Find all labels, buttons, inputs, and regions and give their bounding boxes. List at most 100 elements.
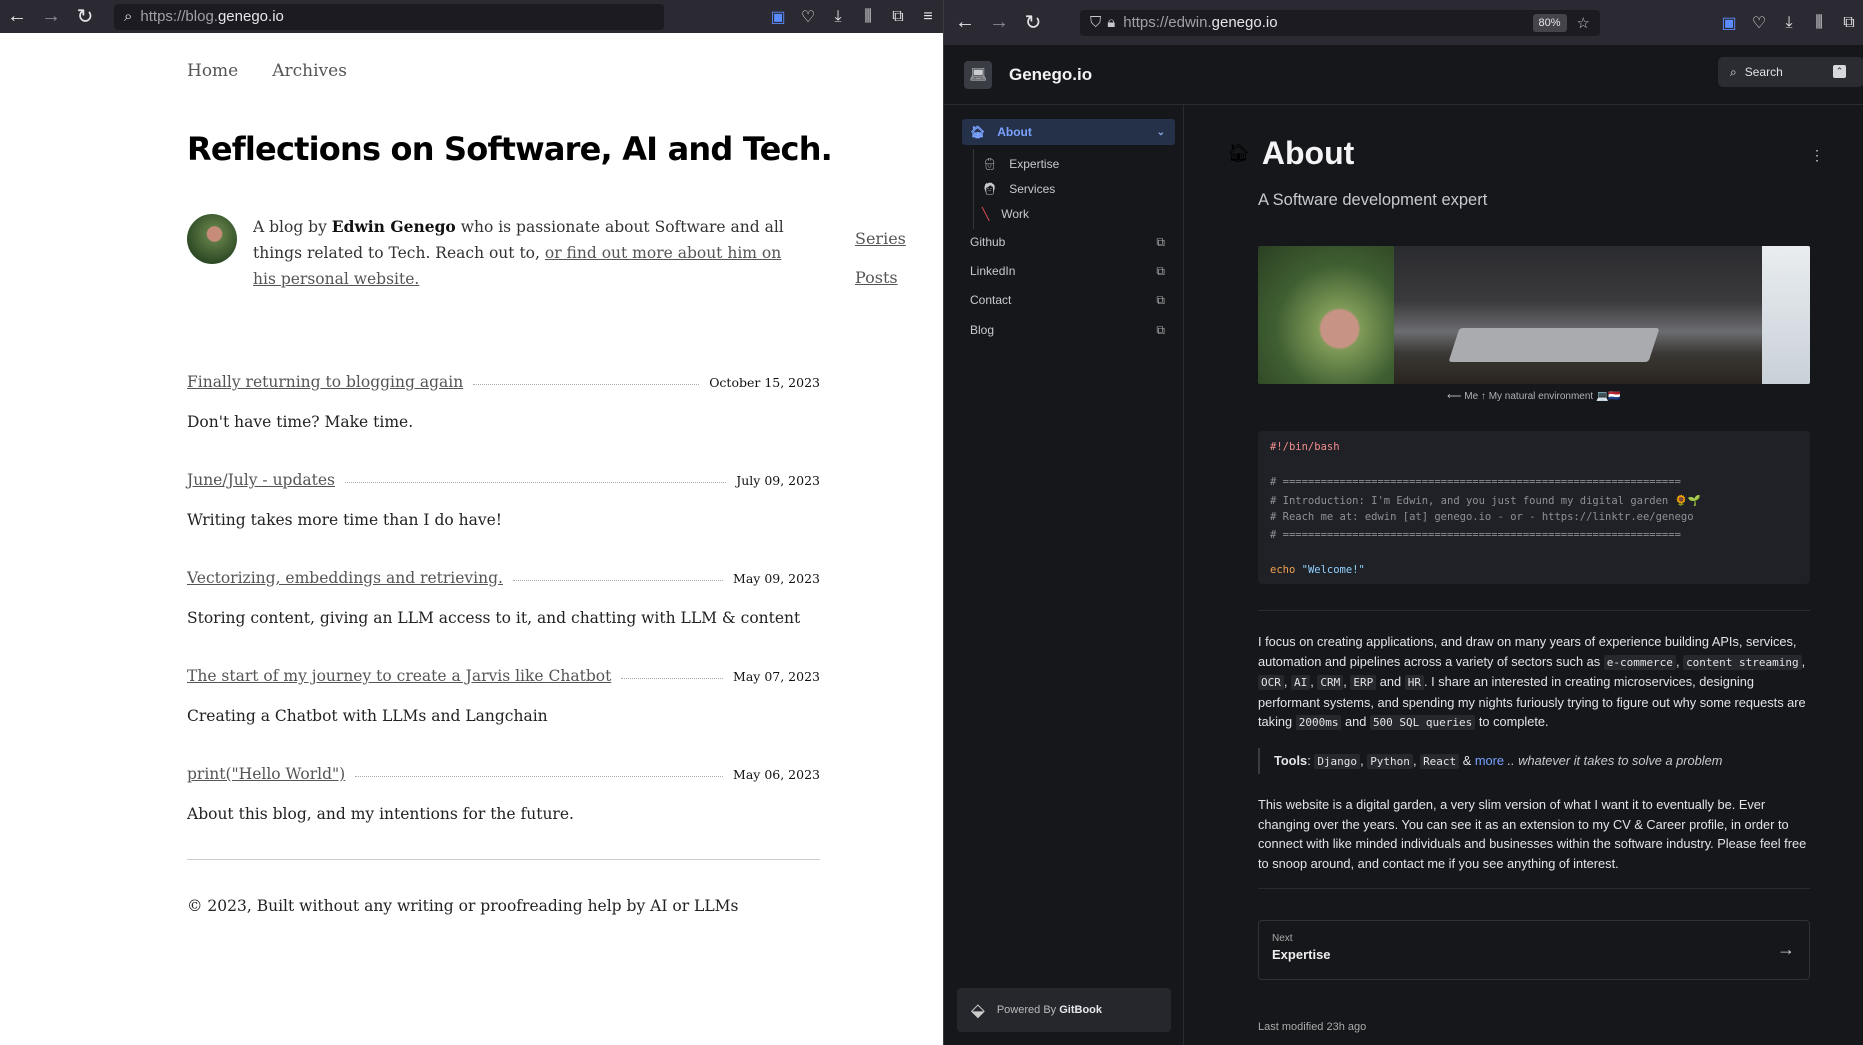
inline-code: 2000ms: [1295, 715, 1342, 730]
sidebar-item-services[interactable]: 🧑︎ Services: [974, 176, 1174, 202]
post-list: Finally returning to blogging again Octob…: [187, 373, 820, 863]
code-line: # Introduction: I'm Edwin, and you just …: [1270, 494, 1701, 507]
back-icon[interactable]: ←: [0, 2, 34, 32]
more-options-icon[interactable]: ⋮: [1810, 147, 1824, 164]
zoom-level[interactable]: 80%: [1532, 13, 1567, 32]
reload-icon[interactable]: ↻: [68, 2, 102, 32]
divider: [1258, 888, 1810, 889]
blog-page: Home Archives Reflections on Software, A…: [0, 33, 943, 1045]
site-header: 💻︎ Genego.io ⌕ Search ⌃: [944, 45, 1863, 105]
footer-text: © 2023, Built without any writing or pro…: [187, 897, 739, 915]
shield-icon: ⛉: [1090, 14, 1102, 31]
nav-home[interactable]: Home: [187, 61, 238, 81]
sidebar-item-contact[interactable]: Contact ⧉: [970, 287, 1165, 313]
pin-icon: ╲: [982, 207, 990, 221]
reload-icon[interactable]: ↻: [1016, 8, 1050, 38]
post-date: October 15, 2023: [709, 375, 820, 390]
library-icon[interactable]: ⫼: [1804, 8, 1834, 38]
post-summary: About this blog, and my intentions for t…: [187, 805, 574, 823]
inline-code: 500 SQL queries: [1369, 715, 1476, 730]
code-line: # ======================================…: [1270, 528, 1681, 541]
sidebar-item-label: Services: [1009, 182, 1056, 196]
download-icon[interactable]: ⤓: [1774, 8, 1804, 38]
sidebar-item-expertise[interactable]: 👷︎ Expertise: [974, 151, 1174, 177]
list-item: Vectorizing, embeddings and retrieving. M…: [187, 569, 820, 667]
extensions-icon[interactable]: ⧉: [883, 2, 913, 32]
menu-icon[interactable]: ≡: [913, 2, 943, 32]
post-title-link[interactable]: print("Hello World"): [187, 765, 345, 783]
post-title-link[interactable]: Vectorizing, embeddings and retrieving.: [187, 569, 503, 587]
back-icon[interactable]: ←: [948, 8, 982, 38]
code-keyword: echo: [1270, 563, 1296, 576]
extensions-icon[interactable]: ⧉: [1834, 8, 1863, 38]
search-button[interactable]: ⌕ Search ⌃: [1718, 57, 1863, 87]
lock-icon: 🔒︎: [1107, 14, 1116, 31]
person-icon: 🧑︎: [982, 182, 998, 196]
external-link-icon: ⧉: [1156, 263, 1165, 278]
post-title-link[interactable]: The start of my journey to create a Jarv…: [187, 667, 611, 685]
browser-toolbar: ← → ↻ ⛉ 🔒︎ https://edwin. genego.io 80% ☆…: [944, 0, 1863, 45]
url-bar[interactable]: ⛉ 🔒︎ https://edwin. genego.io 80% ☆: [1080, 9, 1600, 36]
post-summary: Creating a Chatbot with LLMs and Langcha…: [187, 707, 548, 725]
sidebar-item-blog[interactable]: Blog ⧉: [970, 317, 1165, 343]
inline-code: Python: [1367, 754, 1413, 769]
post-summary: Writing takes more time than I do have!: [187, 511, 503, 529]
tools-quote: Tools: Django, Python, React & more .. w…: [1258, 748, 1810, 774]
series-link[interactable]: Series: [855, 229, 906, 248]
sidebar-item-github[interactable]: Github ⧉: [970, 229, 1165, 255]
powered-text: Powered By: [996, 1004, 1060, 1016]
sidebar-item-linkedin[interactable]: LinkedIn ⧉: [970, 258, 1165, 284]
forward-icon[interactable]: →: [982, 8, 1016, 38]
laptop-icon[interactable]: 💻︎: [964, 60, 992, 89]
posts-link[interactable]: Posts: [855, 268, 906, 287]
hero-image: [1258, 246, 1810, 384]
dotted-leader: [355, 776, 724, 777]
house-icon: 🏠︎: [970, 125, 986, 139]
garden-paragraph: This website is a digital garden, a very…: [1258, 797, 1807, 871]
search-icon: ⌕: [124, 8, 133, 25]
sidebar-item-work[interactable]: ╲ Work: [974, 201, 1174, 227]
person-icon: 👷︎: [982, 157, 998, 171]
more-link[interactable]: more: [1475, 753, 1504, 768]
powered-by-gitbook[interactable]: ⬙ Powered By GitBook: [957, 988, 1171, 1032]
text: to complete.: [1475, 714, 1549, 729]
bitwarden-icon[interactable]: ▣: [763, 2, 793, 32]
external-link-icon: ⧉: [1156, 292, 1165, 307]
next-label: Next: [1272, 933, 1293, 944]
post-date: May 07, 2023: [733, 669, 820, 684]
download-icon[interactable]: ⤓: [823, 2, 853, 32]
nav-archives[interactable]: Archives: [272, 61, 347, 81]
sidebar-item-label: Expertise: [1009, 157, 1060, 171]
text: &: [1459, 753, 1475, 768]
post-date: July 09, 2023: [736, 473, 820, 488]
post-title-link[interactable]: Finally returning to blogging again: [187, 373, 463, 391]
desk-photo: [1394, 246, 1810, 384]
code-line: # ======================================…: [1270, 476, 1681, 488]
forward-icon[interactable]: →: [34, 2, 68, 32]
url-prefix: https://blog.: [140, 8, 218, 25]
code-line: # Reach me at: edwin [at] genego.io - or…: [1270, 511, 1694, 523]
bookmark-star-icon[interactable]: ☆: [1577, 14, 1590, 32]
url-bar[interactable]: ⌕ https://blog. genego.io: [114, 3, 664, 30]
pocket-icon[interactable]: ♡: [1744, 8, 1774, 38]
code-line: echo "Welcome!": [1270, 564, 1798, 582]
post-title-link[interactable]: June/July - updates: [187, 471, 335, 489]
site-title[interactable]: Genego.io: [1009, 65, 1092, 85]
inline-code: content streaming: [1683, 654, 1802, 670]
gitbook-window: ← → ↻ ⛉ 🔒︎ https://edwin. genego.io 80% ☆…: [943, 0, 1863, 1045]
dotted-leader: [512, 580, 724, 581]
inline-code: React: [1420, 754, 1460, 769]
library-icon[interactable]: ⫼: [853, 2, 883, 32]
pocket-icon[interactable]: ♡: [793, 2, 823, 32]
next-page-button[interactable]: Next Expertise →: [1258, 920, 1810, 980]
sidebar-item-about[interactable]: 🏠︎ About ⌄: [962, 119, 1175, 145]
top-nav: Home Archives: [187, 61, 347, 81]
chevron-down-icon[interactable]: ⌄: [1157, 127, 1165, 138]
inline-code: AI: [1291, 675, 1311, 690]
bitwarden-icon[interactable]: ▣: [1714, 8, 1744, 38]
post-date: May 06, 2023: [733, 767, 820, 782]
sidebar-item-label: Contact: [970, 293, 1012, 307]
blog-title: Reflections on Software, AI and Tech.: [187, 130, 833, 168]
external-link-icon: ⧉: [1156, 322, 1165, 337]
